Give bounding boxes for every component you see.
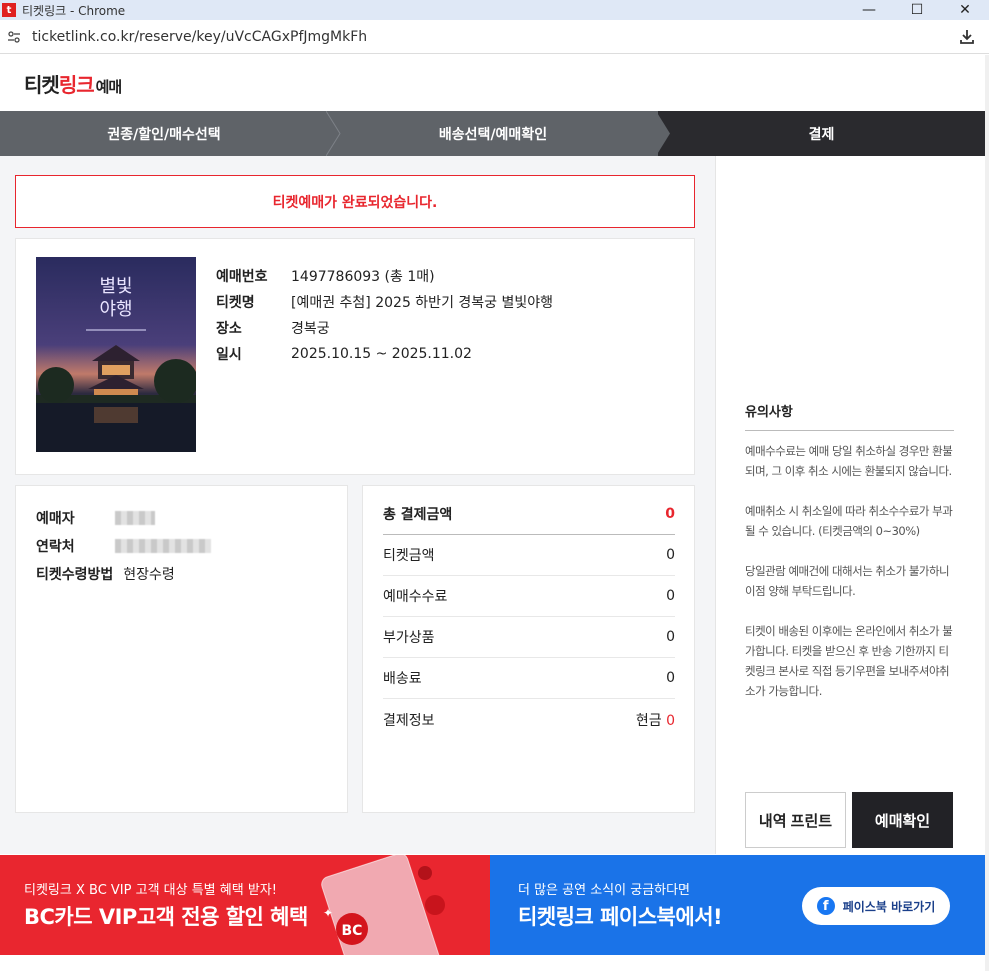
- url-text[interactable]: ticketlink.co.kr/reserve/key/uVcCAGxPfJm…: [32, 29, 367, 45]
- booking-details: 예매번호 1497786093 (총 1매) 티켓명 [예매권 추첨] 2025…: [216, 263, 553, 367]
- booking-fee-label: 예매수수료: [383, 589, 448, 605]
- booking-confirm-button[interactable]: 예매확인: [852, 792, 953, 848]
- reservation-steps: 권종/할인/매수선택 배송선택/예매확인 결제: [0, 111, 985, 156]
- app-icon: t: [2, 3, 16, 17]
- buyer-name-redacted: [114, 511, 155, 525]
- booking-number-label: 예매번호: [216, 269, 268, 285]
- date-value: 2025.10.15 ~ 2025.11.02: [291, 346, 472, 362]
- receive-method-row: 티켓수령방법 현장수령: [36, 560, 211, 588]
- buyer-contact-row: 연락처: [36, 532, 211, 560]
- buyer-contact-redacted: [114, 539, 211, 553]
- event-poster-image: 별빛 야행: [36, 257, 196, 452]
- step-ticket-select: 권종/할인/매수선택: [0, 111, 341, 156]
- page-scrollbar[interactable]: [985, 55, 989, 971]
- booking-number-value: 1497786093 (총 1매): [291, 269, 435, 285]
- ticket-price-value: 0: [666, 547, 675, 563]
- minimize-button[interactable]: —: [845, 0, 893, 20]
- close-button[interactable]: ✕: [941, 0, 989, 20]
- shipping-fee-row: 배송료 0: [383, 658, 675, 699]
- site-settings-icon[interactable]: [6, 29, 22, 45]
- booking-fee-value: 0: [666, 588, 675, 604]
- step-2-label: 배송선택/예매확인: [438, 126, 548, 143]
- step-delivery-confirm: 배송선택/예매확인: [328, 111, 670, 156]
- facebook-link-label: 페이스북 바로가기: [842, 899, 936, 914]
- buyer-details: 예매자 연락처 티켓수령방법 현장수령: [36, 504, 211, 588]
- window-title: 티켓링크 - Chrome: [22, 3, 126, 18]
- facebook-link-button[interactable]: f 페이스북 바로가기: [802, 887, 950, 925]
- facebook-icon: f: [816, 897, 835, 915]
- notice-paragraph-2: 예매취소 시 취소일에 따라 취소수수료가 부과될 수 있습니다. (티켓금액의…: [745, 504, 953, 538]
- shipping-fee-value: 0: [666, 670, 675, 686]
- bc-banner-title: BC카드 VIP고객 전용 할인 혜택: [24, 905, 308, 929]
- buyer-name-label: 예매자: [36, 511, 75, 527]
- buyer-info-card: 예매자 연락처 티켓수령방법 현장수령: [15, 485, 348, 813]
- notice-paragraph-3: 당일관람 예매건에 대해서는 취소가 불가하니 이점 양해 부탁드립니다.: [745, 564, 950, 598]
- buyer-name-row: 예매자: [36, 504, 211, 532]
- total-amount-label: 총 결제금액: [383, 507, 453, 523]
- svg-text:BC: BC: [342, 923, 363, 939]
- booking-info-card: 별빛 야행 예매번호 1497786093 (총 1매) 티켓명 [예매권 추첨…: [15, 238, 695, 475]
- step-3-label: 결제: [808, 126, 835, 143]
- step-divider-icon: [656, 111, 670, 156]
- svg-text:야행: 야행: [99, 299, 132, 320]
- payment-method-value: 현금: [635, 712, 662, 729]
- ticket-name-row: 티켓명 [예매권 추첨] 2025 하반기 경복궁 별빛야행: [216, 289, 553, 315]
- page-content: 티켓링크 예매 권종/할인/매수선택 배송선택/예매확인 결제 티켓예매가 완료되…: [0, 55, 985, 971]
- print-history-button[interactable]: 내역 프린트: [745, 792, 846, 848]
- addon-label: 부가상품: [383, 630, 435, 646]
- receive-method-value: 현장수령: [123, 567, 175, 583]
- booking-number-row: 예매번호 1497786093 (총 1매): [216, 263, 553, 289]
- logo-part-3: 예매: [95, 78, 123, 96]
- addon-row: 부가상품 0: [383, 617, 675, 658]
- address-bar: ticketlink.co.kr/reserve/key/uVcCAGxPfJm…: [0, 20, 989, 54]
- bc-card-banner[interactable]: 티켓링크 X BC VIP 고객 대상 특별 혜택 받자! BC카드 VIP고객…: [0, 855, 490, 955]
- shipping-fee-label: 배송료: [383, 671, 422, 687]
- ticket-name-value: [예매권 추첨] 2025 하반기 경복궁 별빛야행: [291, 295, 554, 311]
- date-row: 일시 2025.10.15 ~ 2025.11.02: [216, 341, 553, 367]
- window-titlebar: t 티켓링크 - Chrome — ☐ ✕: [0, 0, 989, 20]
- logo-part-1: 티켓: [24, 73, 60, 97]
- notice-paragraph-4: 티켓이 배송된 이후에는 온라인에서 취소가 불가합니다. 티켓을 받으신 후 …: [745, 624, 953, 698]
- ticket-name-label: 티켓명: [216, 295, 255, 311]
- bc-card-illustration-icon: BC ✦: [321, 855, 445, 955]
- notice-title: 유의사항: [745, 401, 954, 431]
- payment-info-card: 총 결제금액 0 티켓금액 0 예매수수료 0 부가상품 0 배송료 0 결제정…: [362, 485, 695, 813]
- booking-fee-row: 예매수수료 0: [383, 576, 675, 617]
- payment-method-value-wrap: 현금 0: [636, 710, 675, 730]
- step-1-label: 권종/할인/매수선택: [107, 126, 221, 143]
- payment-method-label: 결제정보: [383, 712, 435, 729]
- total-amount-row: 총 결제금액 0: [383, 494, 675, 535]
- venue-label: 장소: [216, 321, 242, 337]
- fb-banner-subtitle: 더 많은 공연 소식이 궁금하다면: [518, 883, 691, 898]
- ticket-price-label: 티켓금액: [383, 548, 435, 564]
- download-icon[interactable]: [957, 27, 977, 47]
- notice-section: 유의사항 예매수수료는 예매 당일 취소하실 경우만 환불되며, 그 이후 취소…: [745, 401, 954, 701]
- bc-banner-subtitle: 티켓링크 X BC VIP 고객 대상 특별 혜택 받자!: [24, 883, 277, 898]
- payment-method-amount: 0: [666, 712, 675, 729]
- ticket-price-row: 티켓금액 0: [383, 535, 675, 576]
- page-bottom: [0, 955, 985, 971]
- facebook-banner[interactable]: 더 많은 공연 소식이 궁금하다면 티켓링크 페이스북에서! f 페이스북 바로…: [490, 855, 985, 955]
- svg-text:별빛: 별빛: [99, 276, 132, 297]
- date-label: 일시: [216, 347, 242, 363]
- step-payment: 결제: [658, 111, 985, 156]
- notice-paragraph-1: 예매수수료는 예매 당일 취소하실 경우만 환불되며, 그 이후 취소 시에는 …: [745, 444, 953, 478]
- svg-text:✦: ✦: [323, 906, 333, 920]
- step-divider-icon: [326, 111, 341, 156]
- ticketlink-logo[interactable]: 티켓링크 예매: [24, 69, 123, 98]
- buyer-contact-label: 연락처: [36, 539, 75, 555]
- total-amount-value: 0: [665, 506, 675, 522]
- logo-part-2: 링크: [58, 73, 95, 97]
- fb-banner-title: 티켓링크 페이스북에서!: [518, 905, 723, 929]
- maximize-button[interactable]: ☐: [893, 0, 941, 20]
- complete-message: 티켓예매가 완료되었습니다.: [272, 194, 438, 211]
- addon-value: 0: [666, 629, 675, 645]
- venue-row: 장소 경복궁: [216, 315, 553, 341]
- venue-value: 경복궁: [291, 321, 330, 337]
- complete-message-box: 티켓예매가 완료되었습니다.: [15, 175, 695, 228]
- window-controls: — ☐ ✕: [845, 0, 989, 20]
- payment-method-row: 결제정보 현금 0: [383, 699, 675, 740]
- receive-method-label: 티켓수령방법: [36, 567, 114, 583]
